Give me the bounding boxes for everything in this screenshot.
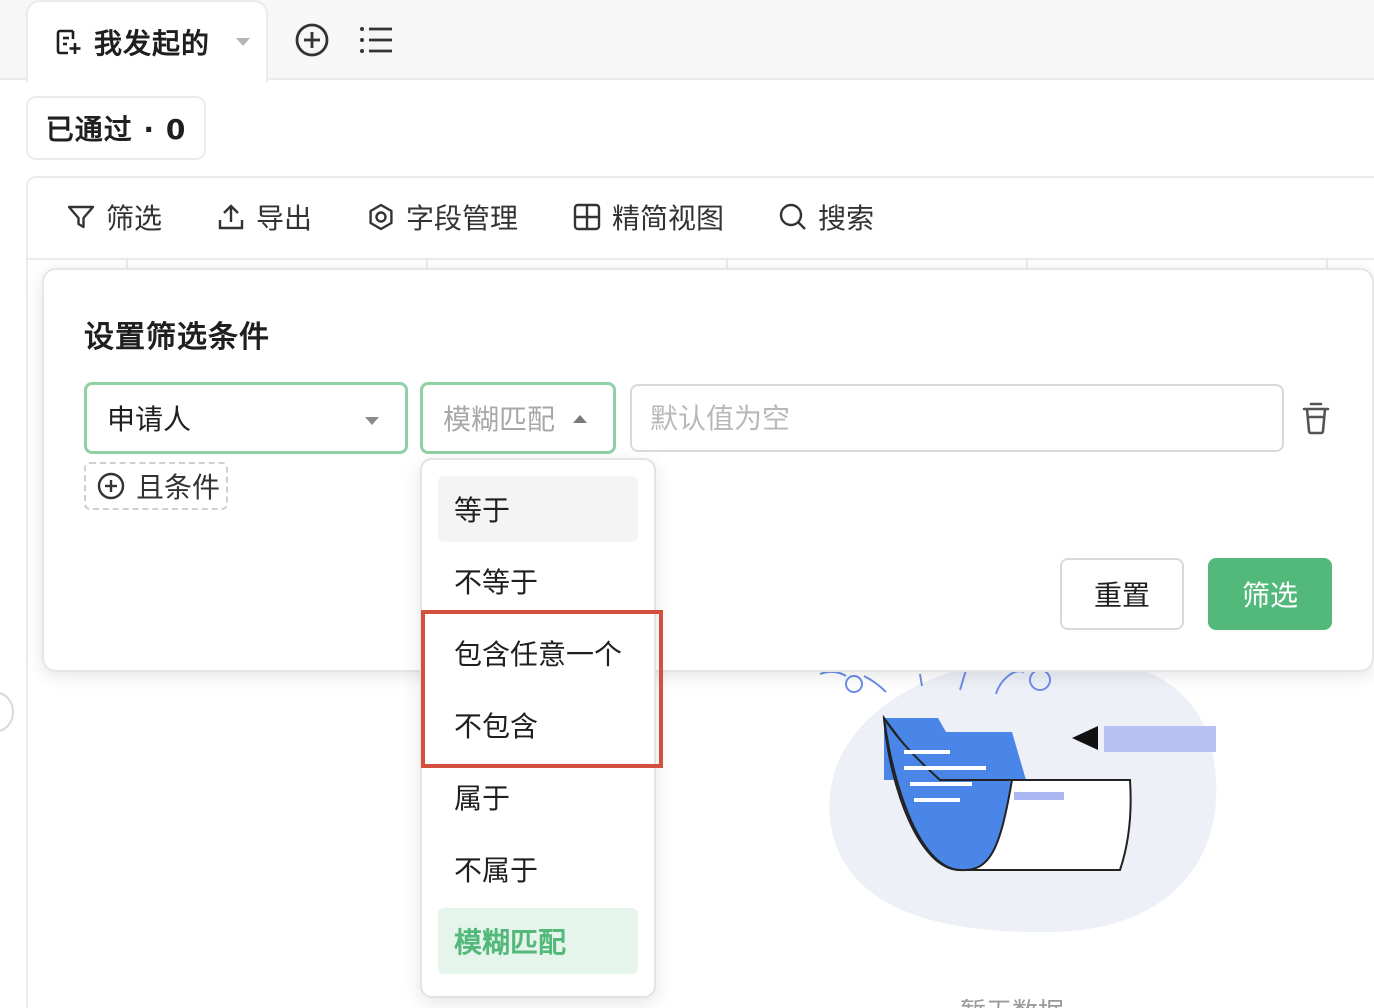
form-add-icon [56, 29, 81, 55]
operator-option-contains-any[interactable]: 包含任意一个 [438, 620, 638, 686]
apply-filter-button[interactable]: 筛选 [1208, 558, 1332, 630]
toolbar-search-label: 搜索 [818, 202, 875, 235]
toolbar-filter-label: 筛选 [106, 202, 163, 235]
upload-icon [218, 204, 244, 230]
grid-icon [573, 203, 601, 231]
field-select-value: 申请人 [107, 403, 192, 436]
app-root: 我发起的 已通过 · 0 筛选 导出 字段管理 精简视图 搜索 设置筛选条件 申… [0, 0, 1374, 1008]
toolbar-field-manage-label: 字段管理 [406, 202, 519, 235]
status-filter-approved[interactable]: 已通过 · 0 [26, 96, 206, 160]
list-icon[interactable] [358, 22, 394, 58]
toolbar-field-manage-button[interactable]: 字段管理 [366, 197, 518, 237]
operator-select[interactable]: 模糊匹配 [420, 382, 616, 454]
operator-option-equals[interactable]: 等于 [438, 476, 638, 542]
delete-condition-icon[interactable] [1300, 400, 1332, 436]
chevron-down-icon[interactable] [236, 38, 251, 46]
empty-state-text: 暂无数据 [960, 992, 1064, 1008]
toolbar-export-label: 导出 [256, 202, 313, 235]
field-select[interactable]: 申请人 [84, 382, 408, 454]
tab-my-initiated[interactable]: 我发起的 [26, 0, 268, 82]
toolbar-compact-view-button[interactable]: 精简视图 [572, 197, 724, 237]
filter-icon [67, 205, 95, 229]
table-toolbar: 筛选 导出 字段管理 精简视图 搜索 [26, 176, 1374, 260]
operator-option-belongs-to[interactable]: 属于 [438, 764, 638, 830]
operator-select-value: 模糊匹配 [443, 403, 556, 436]
add-circle-icon [97, 472, 125, 500]
toolbar-search-button[interactable]: 搜索 [778, 197, 874, 237]
add-circle-icon[interactable] [294, 22, 330, 58]
operator-option-not-equals[interactable]: 不等于 [438, 548, 638, 614]
toolbar-compact-view-label: 精简视图 [612, 202, 725, 235]
reset-button[interactable]: 重置 [1060, 558, 1184, 630]
operator-option-not-contains[interactable]: 不包含 [438, 692, 638, 758]
add-and-condition-label: 且条件 [136, 471, 221, 504]
empty-state-illustration [819, 657, 1217, 933]
tab-label: 我发起的 [94, 27, 211, 60]
toolbar-export-button[interactable]: 导出 [216, 197, 312, 237]
operator-option-fuzzy-match[interactable]: 模糊匹配 [438, 908, 638, 974]
chevron-up-icon [573, 415, 587, 423]
filter-value-input[interactable] [630, 384, 1284, 452]
search-icon [779, 203, 806, 230]
settings-icon [369, 203, 393, 231]
toolbar-filter-button[interactable]: 筛选 [66, 197, 162, 237]
filter-panel-title: 设置筛选条件 [84, 320, 270, 355]
add-and-condition-button[interactable]: 且条件 [84, 462, 228, 510]
operator-option-not-belongs-to[interactable]: 不属于 [438, 836, 638, 902]
chevron-down-icon [365, 417, 379, 425]
scroll-handle[interactable] [0, 692, 14, 732]
